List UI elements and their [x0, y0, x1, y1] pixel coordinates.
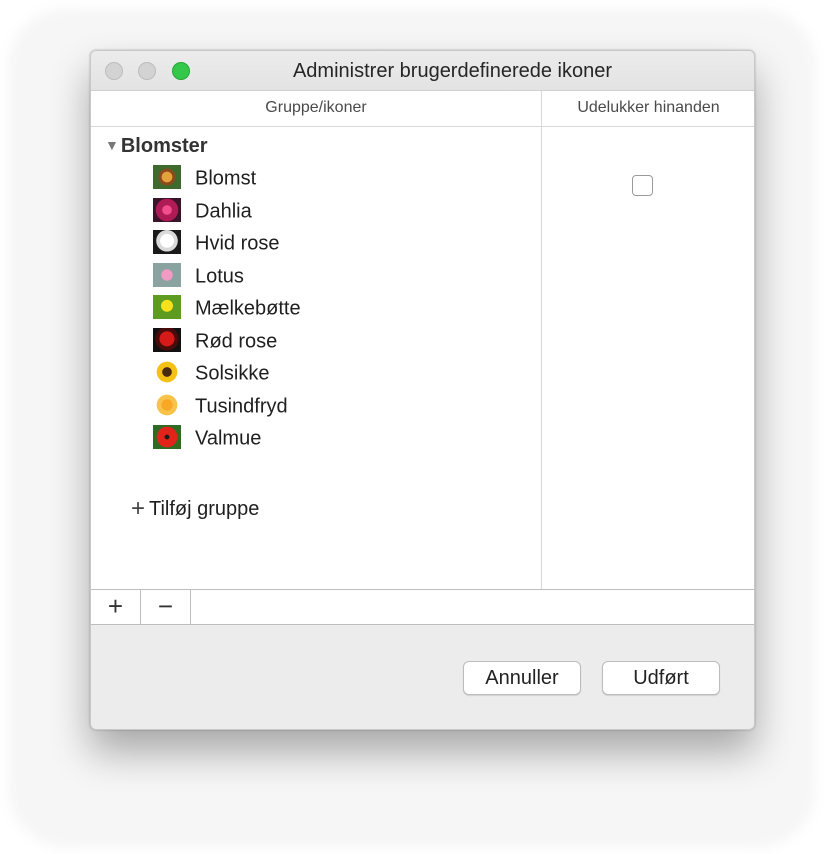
icon-item-label: Tusindfryd — [195, 395, 288, 417]
column-header-mutually-exclusive[interactable]: Udelukker hinanden — [541, 99, 754, 117]
icon-item-row[interactable]: Rød rose — [153, 327, 278, 360]
icon-item-label: Hvid rose — [195, 232, 280, 255]
icon-item-row[interactable]: Tusindfryd — [153, 392, 288, 425]
icon-item-label: Blomst — [195, 167, 257, 190]
icon-item-label: Solsikke — [195, 362, 270, 385]
icon-item-label: Valmue — [195, 427, 262, 450]
group-row-blomster[interactable]: ▼ Blomster — [105, 135, 208, 165]
sunflower-icon — [153, 360, 181, 384]
icon-item-row[interactable]: Valmue — [153, 425, 262, 457]
table-header: Gruppe/ikoner Udelukker hinanden — [91, 91, 754, 127]
icon-item-label: Dahlia — [195, 200, 252, 222]
add-group-label: Tilføj gruppe — [149, 498, 260, 520]
white-rose-icon — [153, 230, 181, 254]
column-divider — [541, 91, 542, 589]
add-button[interactable]: + — [91, 590, 141, 624]
disclosure-triangle-icon[interactable]: ▼ — [105, 137, 119, 153]
table-footer-bar: + − — [91, 589, 754, 625]
red-rose-icon — [153, 327, 181, 352]
dandelion-icon — [153, 295, 181, 319]
title-bar: Administrer brugerdefinerede ikoner — [91, 51, 754, 91]
mutually-exclusive-checkbox[interactable] — [632, 175, 653, 196]
icon-groups-table: Gruppe/ikoner Udelukker hinanden ▼ Blomst… — [91, 91, 754, 589]
column-header-group-icons[interactable]: Gruppe/ikoner — [91, 99, 541, 117]
icon-item-row[interactable]: Dahlia — [153, 197, 252, 230]
icon-item-row[interactable]: Lotus — [153, 262, 244, 295]
daisy-icon — [153, 392, 181, 417]
icon-item-row[interactable]: Mælkebøtte — [153, 295, 301, 327]
plus-icon: + — [131, 495, 146, 522]
window-title: Administrer brugerdefinerede ikoner — [292, 60, 613, 82]
add-group-row[interactable]: + Tilføj gruppe — [131, 494, 259, 524]
icon-item-row[interactable]: Solsikke — [153, 360, 270, 392]
icon-item-label: Rød rose — [195, 330, 278, 352]
manage-custom-icons-dialog: Administrer brugerdefinerede ikoner Grup… — [90, 50, 755, 730]
icon-item-label: Mælkebøtte — [195, 297, 301, 320]
poppy-icon — [153, 425, 181, 449]
group-name: Blomster — [120, 135, 208, 157]
flower-icon — [153, 165, 181, 189]
dahlia-icon — [153, 197, 181, 222]
done-button[interactable]: Udført — [602, 661, 720, 695]
icon-item-row[interactable]: Blomst — [153, 165, 257, 197]
icon-item-label: Lotus — [195, 265, 244, 287]
icon-item-row[interactable]: Hvid rose — [153, 230, 280, 262]
cancel-button[interactable]: Annuller — [463, 661, 581, 695]
remove-button[interactable]: − — [141, 590, 191, 624]
lotus-icon — [153, 262, 181, 287]
